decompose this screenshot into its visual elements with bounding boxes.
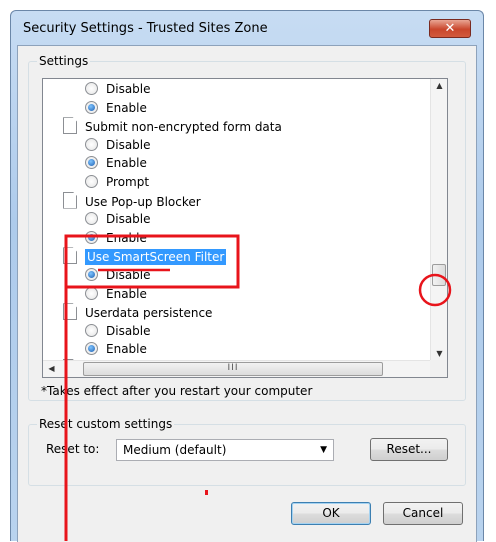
radio-option[interactable]: Disable: [85, 210, 151, 228]
document-icon: [63, 117, 77, 135]
radio-checked-icon[interactable]: [85, 230, 98, 244]
ok-button-label: OK: [322, 506, 340, 520]
radio-checked-icon[interactable]: [85, 100, 98, 114]
setting-label: Userdata persistence: [85, 306, 213, 321]
reset-legend: Reset custom settings: [37, 417, 175, 431]
setting-label: Disable: [106, 137, 151, 152]
dialog-title: Security Settings - Trusted Sites Zone: [23, 21, 268, 36]
title-bar: Security Settings - Trusted Sites Zone ✕: [11, 11, 483, 45]
radio-option[interactable]: Enable: [85, 154, 147, 172]
radio-unchecked-icon[interactable]: [85, 175, 98, 188]
setting-category[interactable]: Submit non-encrypted form data: [63, 117, 282, 135]
setting-label: Disable: [106, 82, 151, 96]
scroll-corner: [430, 360, 447, 377]
close-button[interactable]: ✕: [429, 19, 471, 38]
setting-label: Submit non-encrypted form data: [85, 120, 282, 135]
chevron-down-icon: ▼: [320, 445, 327, 455]
radio-option[interactable]: Enable: [85, 229, 147, 247]
setting-label: Prompt: [106, 175, 150, 189]
radio-option[interactable]: Enable: [85, 340, 147, 358]
radio-unchecked-icon[interactable]: [85, 286, 98, 300]
radio-option[interactable]: Disable: [85, 80, 151, 98]
security-settings-dialog: Security Settings - Trusted Sites Zone ✕…: [10, 10, 484, 542]
reset-button-label: Reset...: [386, 442, 432, 456]
radio-checked-icon[interactable]: [85, 268, 98, 281]
reset-level-value: Medium (default): [123, 443, 227, 457]
setting-label: Use SmartScreen Filter: [85, 249, 227, 266]
radio-option[interactable]: Disable: [85, 266, 151, 284]
scroll-up-icon[interactable]: ▲: [431, 81, 447, 90]
cancel-button[interactable]: Cancel: [383, 502, 463, 525]
radio-unchecked-icon[interactable]: [85, 137, 98, 151]
setting-label: Use Pop-up Blocker: [85, 194, 201, 209]
settings-legend: Settings: [37, 54, 91, 68]
horizontal-scrollbar[interactable]: ◀ III ▶: [43, 360, 447, 377]
ok-button[interactable]: OK: [291, 502, 371, 525]
scroll-down-icon[interactable]: ▼: [431, 349, 447, 358]
radio-option[interactable]: Disable: [85, 322, 151, 340]
setting-label: Disable: [106, 268, 151, 282]
setting-label: Enable: [106, 100, 147, 115]
dialog-body: Settings Disable Enable Submit non-encrypt…: [17, 45, 477, 542]
setting-label: Enable: [106, 286, 147, 301]
restart-note: *Takes effect after you restart your com…: [41, 384, 313, 398]
setting-label: Enable: [106, 156, 147, 171]
reset-to-label: Reset to:: [46, 442, 100, 456]
radio-unchecked-icon[interactable]: [85, 82, 98, 95]
setting-category[interactable]: Use SmartScreen Filter: [63, 247, 227, 266]
vertical-scrollbar[interactable]: ▲ ▼: [430, 79, 447, 360]
settings-group: Settings Disable Enable Submit non-encrypt…: [28, 54, 466, 401]
settings-list[interactable]: Disable Enable Submit non-encrypted form d…: [42, 78, 448, 378]
vertical-scroll-thumb[interactable]: [432, 264, 446, 286]
setting-category[interactable]: Use Pop-up Blocker: [63, 191, 201, 210]
setting-label: Disable: [106, 212, 151, 227]
radio-unchecked-icon[interactable]: [85, 212, 98, 226]
radio-unchecked-icon[interactable]: [85, 323, 98, 337]
radio-checked-icon[interactable]: [85, 156, 98, 170]
radio-option[interactable]: Enable: [85, 99, 147, 117]
horizontal-scroll-thumb[interactable]: III: [83, 362, 383, 376]
grip-icon: III: [227, 363, 239, 373]
document-icon: [63, 303, 77, 321]
radio-option[interactable]: Prompt: [85, 173, 149, 191]
reset-button[interactable]: Reset...: [370, 438, 448, 461]
radio-option[interactable]: Disable: [85, 136, 151, 154]
document-icon: [63, 191, 77, 209]
setting-label: Enable: [106, 342, 147, 357]
scroll-left-icon[interactable]: ◀: [43, 364, 60, 373]
reset-level-select[interactable]: Medium (default) ▼: [116, 439, 334, 461]
radio-option[interactable]: Enable: [85, 285, 147, 303]
cancel-button-label: Cancel: [402, 506, 444, 520]
close-icon: ✕: [444, 21, 456, 36]
setting-label: Disable: [106, 323, 151, 338]
radio-checked-icon[interactable]: [85, 342, 98, 356]
setting-label: Enable: [106, 230, 147, 245]
document-icon: [63, 247, 77, 265]
setting-category[interactable]: Userdata persistence: [63, 303, 212, 321]
